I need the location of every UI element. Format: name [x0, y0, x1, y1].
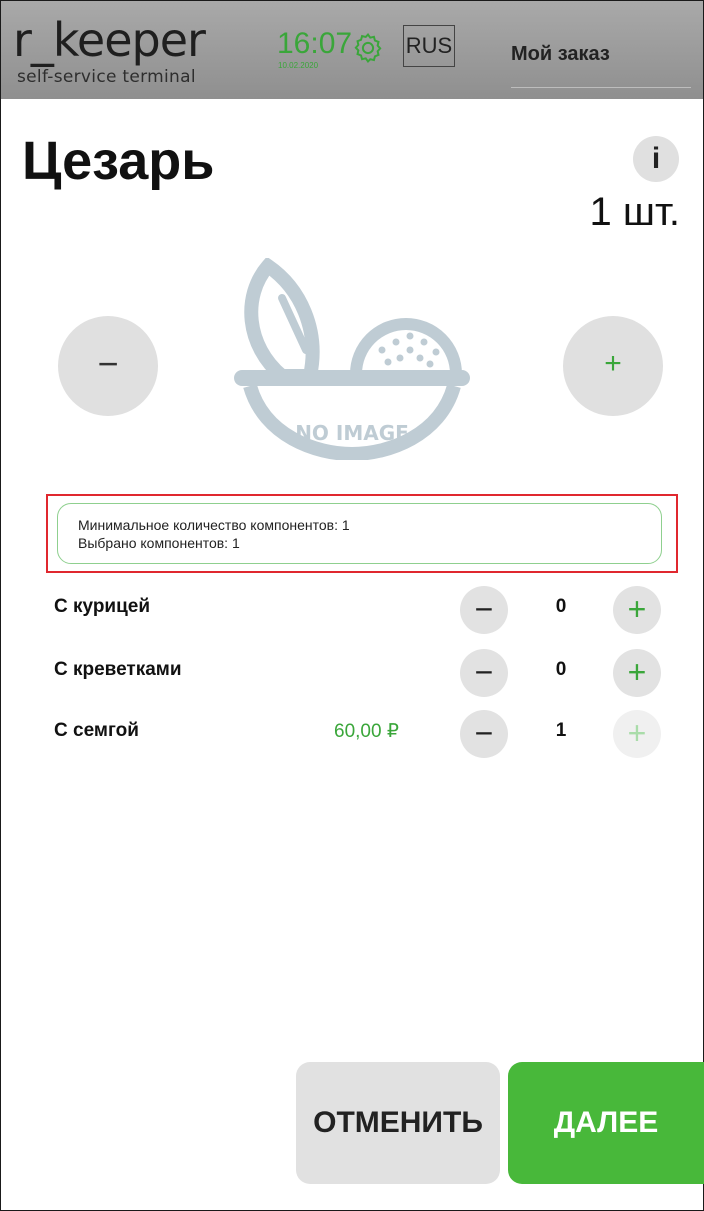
- option-price: 60,00 ₽: [334, 721, 399, 742]
- option-row: С креветками − 0 +: [0, 649, 704, 697]
- logo-title: r_keeper: [13, 13, 206, 67]
- option-row: С семгой 60,00 ₽ − 1 +: [0, 710, 704, 758]
- option-minus-button[interactable]: −: [460, 586, 508, 634]
- clock-time: 16:07: [277, 27, 353, 60]
- order-divider: [511, 87, 691, 88]
- no-image-placeholder: NO IMAGE: [234, 258, 470, 460]
- option-minus-button[interactable]: −: [460, 710, 508, 758]
- option-name: С креветками: [54, 659, 182, 680]
- my-order-link[interactable]: Мой заказ: [511, 43, 610, 66]
- min-components-text: Минимальное количество компонентов: 1: [78, 517, 350, 533]
- components-info-box: Минимальное количество компонентов: 1 Вы…: [57, 503, 662, 564]
- option-count: 0: [555, 596, 567, 617]
- dish-quantity: 1 шт.: [589, 190, 680, 234]
- info-button[interactable]: i: [633, 136, 679, 182]
- option-plus-button[interactable]: +: [613, 710, 661, 758]
- header-bar: r_keeper self-service terminal 16:07 10.…: [1, 1, 703, 99]
- cancel-button[interactable]: ОТМЕНИТЬ: [296, 1062, 500, 1184]
- next-button[interactable]: ДАЛЕЕ: [508, 1062, 704, 1184]
- dish-title: Цезарь: [22, 131, 215, 191]
- logo-subtitle: self-service terminal: [17, 67, 196, 87]
- option-minus-button[interactable]: −: [460, 649, 508, 697]
- option-name: С семгой: [54, 720, 139, 741]
- increase-quantity-button[interactable]: +: [563, 316, 663, 416]
- no-image-text: NO IMAGE: [295, 421, 409, 445]
- option-plus-button[interactable]: +: [613, 586, 661, 634]
- option-plus-button[interactable]: +: [613, 649, 661, 697]
- clock-date: 10.02.2020: [278, 61, 319, 70]
- option-name: С курицей: [54, 596, 151, 617]
- decrease-quantity-button[interactable]: −: [58, 316, 158, 416]
- option-count: 1: [555, 720, 567, 741]
- gear-icon[interactable]: [351, 31, 385, 65]
- option-count: 0: [555, 659, 567, 680]
- option-row: С курицей − 0 +: [0, 586, 704, 634]
- language-button[interactable]: RUS: [403, 25, 455, 67]
- selected-components-text: Выбрано компонентов: 1: [78, 535, 240, 551]
